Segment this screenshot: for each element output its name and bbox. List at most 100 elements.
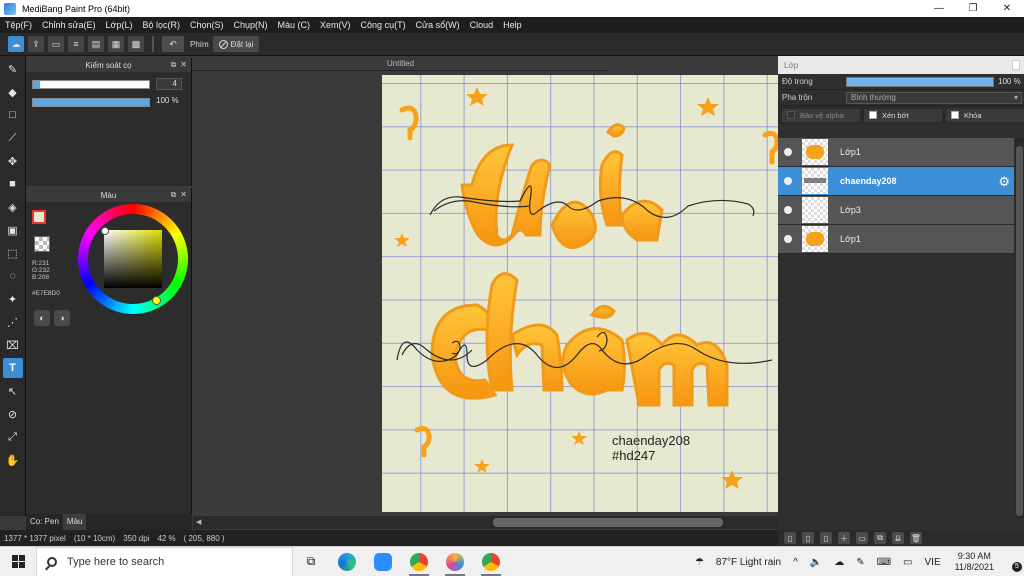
menu-filter[interactable]: Bộ lọc(R) bbox=[142, 20, 180, 30]
sv-picker-handle[interactable] bbox=[101, 227, 109, 235]
tab-brush[interactable]: Cọ: Pen bbox=[26, 514, 63, 530]
scroll-left-icon[interactable]: ◀ bbox=[196, 518, 201, 526]
menu-cloud[interactable]: Cloud bbox=[470, 20, 494, 30]
menu-help[interactable]: Help bbox=[503, 20, 522, 30]
clock[interactable]: 9:30 AM 11/8/2021 bbox=[955, 551, 994, 573]
zoom-app-icon[interactable] bbox=[365, 547, 401, 576]
protect-alpha-checkbox[interactable]: Bảo vệ alpha bbox=[782, 108, 860, 122]
keyboard-icon[interactable]: ⌨ bbox=[877, 557, 891, 568]
menu-file[interactable]: Tệp(F) bbox=[5, 20, 32, 30]
drawing-canvas[interactable]: chaenday208 #hd247 bbox=[382, 75, 778, 512]
select-eraser-tool-icon[interactable]: ⌧ bbox=[3, 335, 23, 355]
panel-handle-icon[interactable] bbox=[1012, 60, 1020, 70]
folder-icon[interactable]: ▭ bbox=[856, 532, 868, 544]
panel-close-icon[interactable]: ✕ bbox=[180, 190, 187, 200]
rectangle-tool-icon[interactable]: □ bbox=[3, 105, 23, 125]
tab-color[interactable]: Màu bbox=[62, 514, 87, 530]
menu-window[interactable]: Cửa sổ(W) bbox=[416, 20, 460, 30]
medibang-app-icon[interactable] bbox=[437, 547, 473, 576]
menu-view[interactable]: Xem(V) bbox=[320, 20, 351, 30]
layer-item[interactable]: Lớp1 bbox=[778, 225, 1014, 254]
palette-icon[interactable]: ◐ bbox=[34, 310, 50, 326]
layout-icon[interactable]: ▩ bbox=[128, 36, 144, 52]
size-value[interactable]: 4 bbox=[156, 78, 182, 90]
pen-icon[interactable]: ✎ bbox=[856, 557, 864, 568]
menu-edit[interactable]: Chỉnh sửa(E) bbox=[42, 20, 96, 30]
undo-button[interactable]: ↶ bbox=[162, 36, 184, 52]
language-indicator[interactable]: VIE bbox=[925, 557, 941, 568]
fill-rect-tool-icon[interactable]: ■ bbox=[3, 174, 23, 194]
foreground-color-swatch[interactable] bbox=[32, 210, 46, 224]
text-tool-icon[interactable]: T bbox=[2, 358, 23, 378]
document-tab[interactable]: Untitled bbox=[193, 56, 608, 71]
merge-layer-icon[interactable]: ⇊ bbox=[892, 532, 904, 544]
panel-close-icon[interactable]: ✕ bbox=[180, 60, 187, 70]
hand-tool-icon[interactable]: ✋ bbox=[3, 450, 23, 470]
duplicate-layer-icon[interactable]: ⧉ bbox=[874, 532, 886, 544]
menu-select[interactable]: Chọn(S) bbox=[190, 20, 224, 30]
visibility-icon[interactable] bbox=[784, 235, 792, 243]
cloud-sync-icon[interactable]: ☁ bbox=[834, 557, 844, 568]
close-button[interactable]: ✕ bbox=[990, 0, 1024, 17]
visibility-icon[interactable] bbox=[784, 206, 792, 214]
eyedropper-tool-icon[interactable]: ⊘ bbox=[3, 404, 23, 424]
transparent-color-swatch[interactable] bbox=[34, 236, 50, 252]
new-layer-icon[interactable]: ▯ bbox=[784, 532, 796, 544]
volume-icon[interactable]: 🔈 bbox=[810, 557, 822, 568]
delete-layer-icon[interactable]: 🗑 bbox=[910, 532, 922, 544]
edge-browser-icon[interactable] bbox=[329, 547, 365, 576]
cloud-icon[interactable]: ☁ bbox=[8, 36, 24, 52]
comment-icon[interactable]: ▭ bbox=[48, 36, 64, 52]
horizontal-scroll-thumb[interactable] bbox=[493, 518, 723, 527]
grid-icon[interactable]: ▦ bbox=[108, 36, 124, 52]
lasso-tool-icon[interactable]: ◌ bbox=[3, 266, 23, 286]
chrome-icon-2[interactable] bbox=[473, 547, 509, 576]
share-icon[interactable]: ⇪ bbox=[28, 36, 44, 52]
new-8bit-layer-icon[interactable]: ▯ bbox=[820, 532, 832, 544]
chrome-icon[interactable] bbox=[401, 547, 437, 576]
layer-opacity-slider[interactable] bbox=[846, 76, 994, 87]
magic-wand-tool-icon[interactable]: ✦ bbox=[3, 289, 23, 309]
minimize-button[interactable]: — bbox=[922, 0, 956, 17]
size-slider[interactable] bbox=[32, 79, 150, 89]
visibility-icon[interactable] bbox=[784, 177, 792, 185]
layers-scroll-thumb[interactable] bbox=[1016, 146, 1023, 516]
taskbar-search[interactable]: Type here to search bbox=[36, 546, 293, 576]
gear-icon[interactable]: ⚙ bbox=[998, 174, 1010, 190]
menu-tools[interactable]: Công cụ(T) bbox=[361, 20, 406, 30]
lock-checkbox[interactable]: Khóa bbox=[946, 108, 1024, 122]
clipping-checkbox[interactable]: Xén bớt bbox=[864, 108, 942, 122]
new-halftone-layer-icon[interactable]: ▯ bbox=[802, 532, 814, 544]
layer-item-active[interactable]: chaenday208 ⚙ bbox=[778, 167, 1014, 196]
hue-picker-handle[interactable] bbox=[152, 296, 161, 305]
bucket-tool-icon[interactable]: ◈ bbox=[3, 197, 23, 217]
add-layer-menu-icon[interactable]: ＋ bbox=[838, 532, 850, 544]
move-tool-icon[interactable]: ✥ bbox=[3, 151, 23, 171]
saturation-value-square[interactable] bbox=[104, 230, 162, 288]
dropper-tool-icon[interactable]: ⤢ bbox=[3, 427, 23, 447]
document-icon[interactable]: ▤ bbox=[88, 36, 104, 52]
layer-item[interactable]: Lớp3 bbox=[778, 196, 1014, 225]
menu-snap[interactable]: Chụp(N) bbox=[234, 20, 268, 30]
chevron-up-icon[interactable]: ^ bbox=[793, 557, 798, 568]
visibility-icon[interactable] bbox=[784, 148, 792, 156]
start-button[interactable] bbox=[0, 547, 36, 576]
maximize-button[interactable]: ❐ bbox=[956, 0, 990, 17]
task-view-icon[interactable]: ⧉ bbox=[293, 547, 329, 576]
popout-icon[interactable]: ⧉ bbox=[171, 190, 177, 200]
layer-item[interactable]: Lớp1 bbox=[778, 138, 1014, 167]
operation-tool-icon[interactable]: ↖ bbox=[3, 381, 23, 401]
popout-icon[interactable]: ⧉ bbox=[171, 60, 177, 70]
menu-color[interactable]: Màu (C) bbox=[278, 20, 311, 30]
reset-button[interactable]: Đặt lại bbox=[212, 36, 260, 52]
select-pen-tool-icon[interactable]: ⋰ bbox=[3, 312, 23, 332]
opacity-slider[interactable] bbox=[32, 97, 150, 107]
brush-tool-icon[interactable]: ✎ bbox=[3, 59, 23, 79]
weather-icon[interactable]: ☂ bbox=[695, 557, 704, 568]
gradient-tool-icon[interactable]: ▣ bbox=[3, 220, 23, 240]
pen-tool-icon[interactable]: ⟋ bbox=[3, 128, 23, 148]
layers-scrollbar[interactable] bbox=[1015, 138, 1024, 518]
message-icon[interactable]: ≡ bbox=[68, 36, 84, 52]
blend-mode-select[interactable]: Bình thường bbox=[846, 91, 1022, 104]
palette-settings-icon[interactable]: ◑ bbox=[54, 310, 70, 326]
